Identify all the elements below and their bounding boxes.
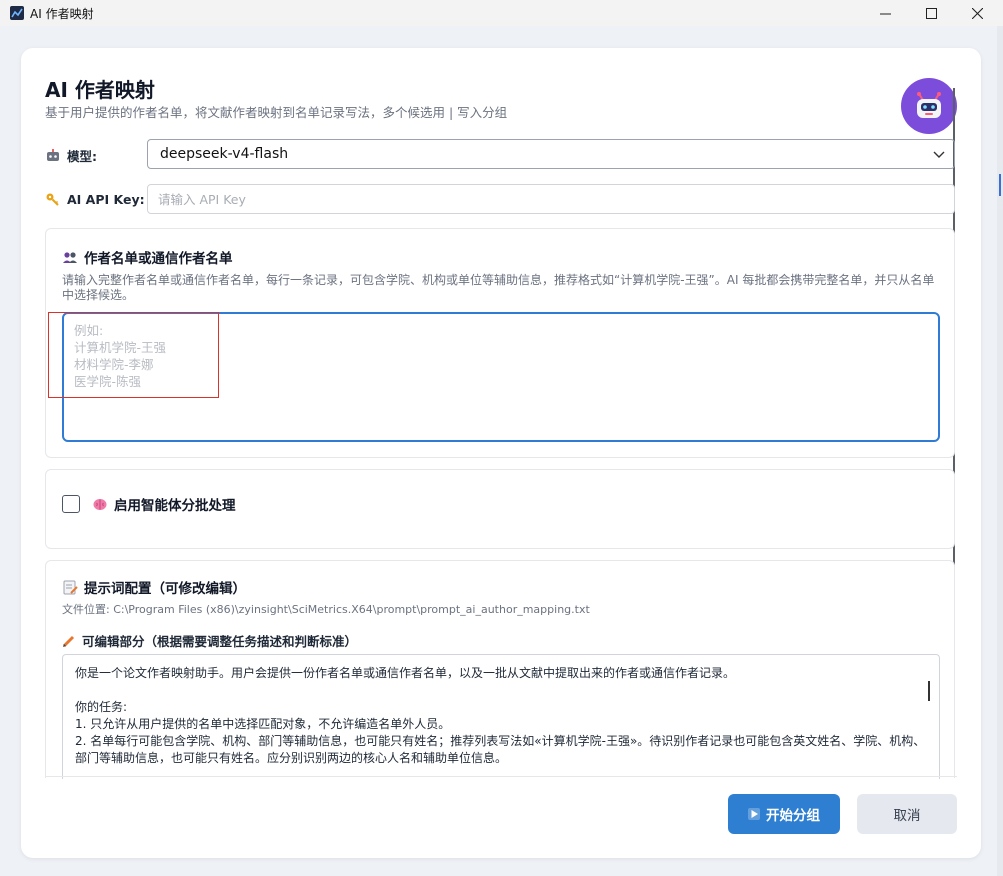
agent-section: 启用智能体分批处理: [45, 469, 955, 549]
prompt-line: 1. 只允许从用户提供的名单中选择匹配对象，不允许编造名单外人员。: [75, 717, 451, 731]
robot-avatar[interactable]: [901, 78, 957, 134]
prompt-line: [75, 682, 927, 699]
minimize-button[interactable]: [862, 0, 908, 26]
start-grouping-label: 开始分组: [766, 808, 820, 824]
chevron-down-icon: [933, 151, 945, 158]
model-label: 模型:: [45, 146, 97, 165]
people-icon: [63, 252, 77, 263]
prompt-config-title-text: 提示词配置（可修改编辑）: [84, 581, 246, 597]
background-window-edge: [997, 26, 1003, 876]
model-select-value: deepseek-v4-flash: [160, 146, 289, 162]
maximize-button[interactable]: [908, 0, 954, 26]
play-icon: [748, 808, 760, 820]
model-select[interactable]: deepseek-v4-flash: [147, 139, 955, 169]
api-key-input[interactable]: [147, 184, 955, 214]
prompt-config-section: 提示词配置（可修改编辑） 文件位置: C:\Program Files (x86…: [45, 560, 955, 779]
agent-batch-label-text: 启用智能体分批处理: [114, 498, 236, 514]
author-list-title-text: 作者名单或通信作者名单: [84, 251, 233, 267]
window-titlebar: AI 作者映射: [0, 0, 1003, 26]
memo-icon: [63, 580, 78, 595]
prompt-line: 你是一个论文作者映射助手。用户会提供一份作者名单或通信作者名单，以及一批从文献中…: [75, 666, 736, 680]
author-list-textarea[interactable]: [62, 312, 940, 442]
page-subtitle: 基于用户提供的作者名单，将文献作者映射到名单记录写法，多个候选用 | 写入分组: [45, 105, 508, 120]
robot-icon: [917, 92, 941, 118]
api-key-label-text: AI API Key:: [67, 191, 145, 207]
close-button[interactable]: [954, 0, 1000, 26]
maximize-icon: [925, 7, 937, 19]
author-list-title: 作者名单或通信作者名单: [62, 247, 233, 267]
window-title: AI 作者映射: [30, 6, 94, 21]
key-icon: [46, 193, 59, 206]
dialog-card: AI 作者映射 基于用户提供的作者名单，将文献作者映射到名单记录写法，多个候选用…: [21, 48, 981, 858]
prompt-editor[interactable]: 你是一个论文作者映射助手。用户会提供一份作者名单或通信作者名单，以及一批从文献中…: [62, 654, 940, 779]
author-list-section: 作者名单或通信作者名单 请输入完整作者名单或通信作者名单，每行一条记录，可包含学…: [45, 228, 955, 458]
pencil-icon: [62, 635, 75, 647]
text-cursor: [928, 681, 930, 701]
prompt-file-location: 文件位置: C:\Program Files (x86)\zyinsight\S…: [62, 603, 590, 616]
api-key-label: AI API Key:: [45, 191, 145, 207]
model-label-text: 模型:: [67, 149, 97, 164]
editable-section-label-text: 可编辑部分（根据需要调整任务描述和判断标准）: [82, 634, 358, 649]
close-icon: [971, 7, 983, 19]
footer-divider: [45, 776, 957, 777]
prompt-line: 2. 名单每行可能包含学院、机构、部门等辅助信息，也可能只有姓名；推荐列表写法如…: [75, 734, 926, 765]
prompt-config-title: 提示词配置（可修改编辑）: [62, 577, 246, 597]
prompt-line: 你的任务:: [75, 700, 128, 714]
cancel-button[interactable]: 取消: [857, 794, 957, 834]
agent-batch-label[interactable]: 启用智能体分批处理: [92, 494, 236, 514]
minimize-icon: [879, 13, 891, 14]
start-grouping-button[interactable]: 开始分组: [728, 794, 840, 834]
page-title: AI 作者映射: [45, 78, 155, 102]
editable-section-label: 可编辑部分（根据需要调整任务描述和判断标准）: [62, 631, 357, 650]
author-list-description: 请输入完整作者名单或通信作者名单，每行一条记录，可包含学院、机构或单位等辅助信息…: [62, 273, 935, 302]
agent-batch-checkbox[interactable]: [62, 495, 80, 513]
brain-icon: [93, 499, 107, 510]
cancel-label: 取消: [893, 808, 921, 824]
robot-small-icon: [47, 148, 59, 161]
app-icon: [10, 6, 24, 20]
background-window-marker: [999, 174, 1001, 196]
